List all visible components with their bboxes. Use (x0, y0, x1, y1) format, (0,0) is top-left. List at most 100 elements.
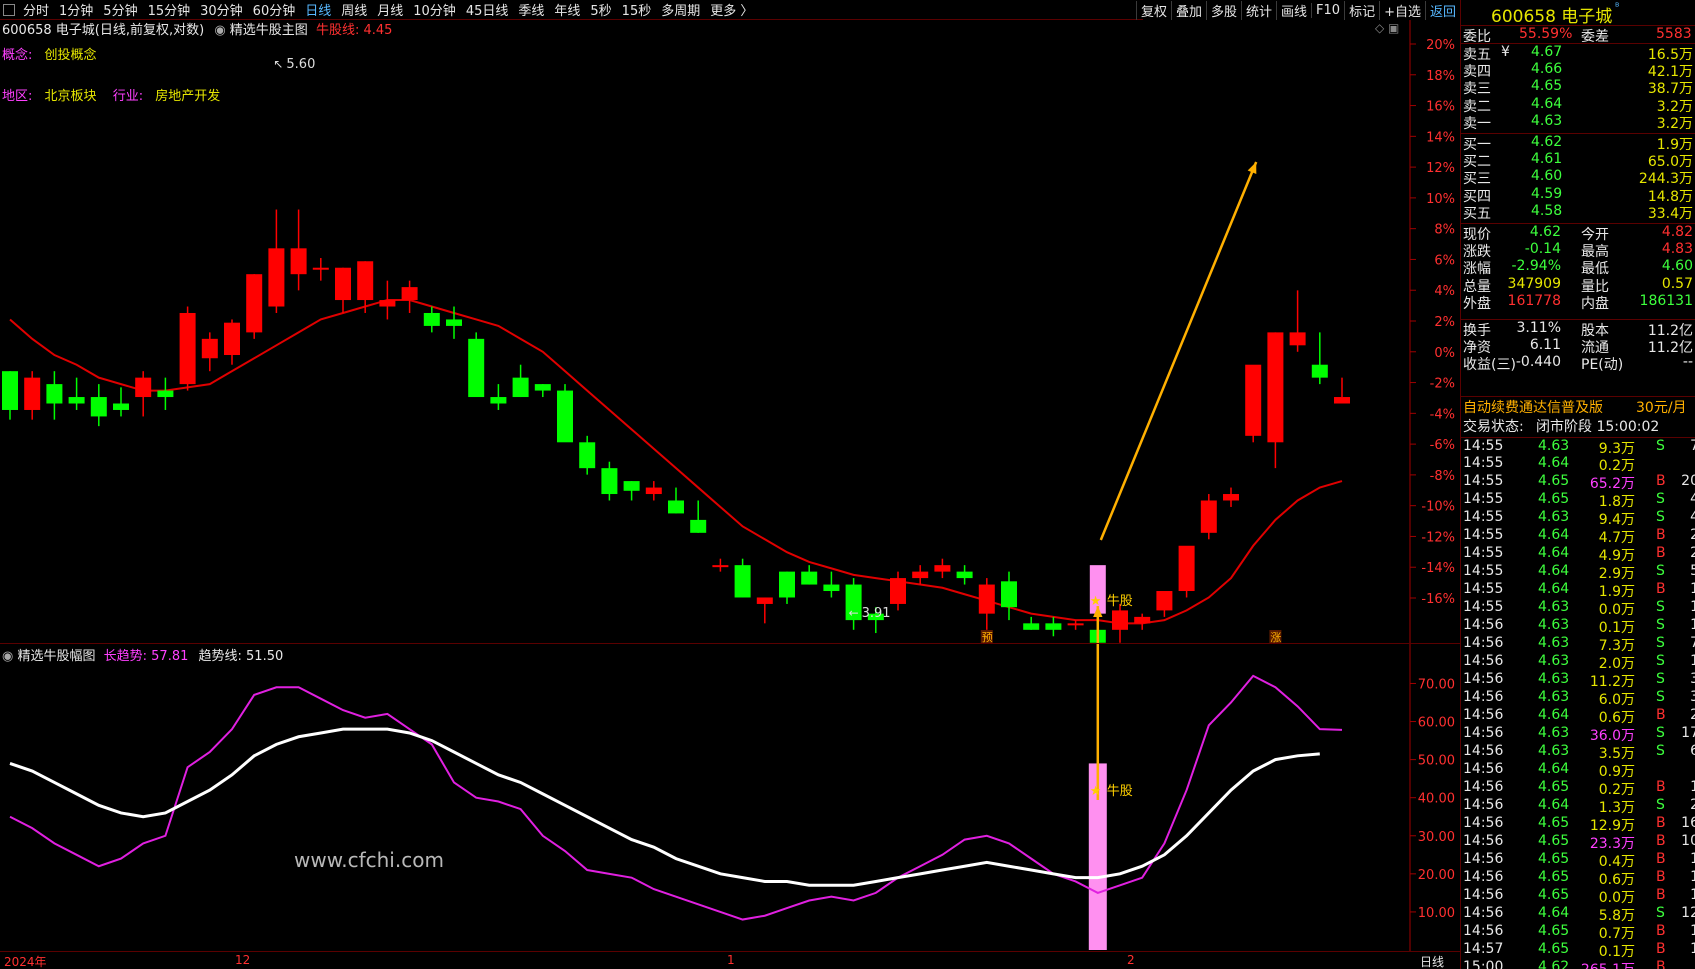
tick-price: 4.64 (1538, 455, 1570, 471)
tick-row[interactable]: 14:56 4.64 0.6万 B 2 (1461, 707, 1695, 726)
tick-count: 1 (1690, 617, 1695, 633)
tick-row[interactable]: 14:55 4.65 65.2万 B 20 (1461, 473, 1695, 492)
stat-value2: 4.82 (1661, 224, 1693, 240)
tick-price: 4.65 (1538, 815, 1570, 831)
tick-side: B (1656, 527, 1666, 543)
y-axis-label-main: -16% (1421, 592, 1455, 607)
tick-row[interactable]: 14:55 4.63 9.4万 S 4 (1461, 509, 1695, 528)
tick-count: 1 (1690, 923, 1695, 939)
tick-count: 1 (1690, 851, 1695, 867)
candle-body (1045, 623, 1062, 630)
tick-volume: 7.3万 (1598, 638, 1635, 654)
tick-row[interactable]: 14:56 4.65 0.2万 B 1 (1461, 779, 1695, 798)
candle-body (446, 319, 462, 326)
tick-volume: 0.2万 (1598, 458, 1635, 474)
sub-toggle-icon[interactable]: ◉ (2, 649, 13, 664)
tick-side: S (1656, 563, 1665, 579)
tick-row[interactable]: 14:55 4.64 1.9万 B 1 (1461, 581, 1695, 600)
candle-body (357, 261, 374, 301)
tick-price: 4.64 (1538, 563, 1570, 579)
candle-body (401, 287, 418, 301)
tick-row[interactable]: 14:56 4.64 0.9万 (1461, 761, 1695, 780)
fund-value2: -- (1682, 354, 1693, 371)
high-arrow-icon: ↖ (273, 57, 283, 71)
tick-row[interactable]: 14:56 4.65 0.4万 B 1 (1461, 851, 1695, 870)
buy-row: 买四 4.59 14.8万 (1461, 186, 1695, 205)
tick-row[interactable]: 14:55 4.64 4.7万 B 2 (1461, 527, 1695, 546)
tick-row[interactable]: 14:56 4.65 0.6万 B 1 (1461, 869, 1695, 888)
tick-time: 14:55 (1463, 527, 1504, 543)
tick-time: 14:56 (1463, 869, 1504, 885)
tick-row[interactable]: 14:55 4.63 0.0万 S 1 (1461, 599, 1695, 618)
stat-value2: 186131 (1639, 293, 1693, 310)
tick-price: 4.64 (1538, 545, 1570, 561)
tick-row[interactable]: 14:56 4.64 1.3万 S 2 (1461, 797, 1695, 816)
webi-row: 委比 55.59% 委差 5583 (1461, 25, 1695, 45)
quote-panel: 600658 电子城 ᴮ 委比 55.59% 委差 5583 卖五 ¥4.67 16… (1461, 0, 1695, 969)
tick-side: S (1656, 653, 1665, 669)
candle (335, 267, 351, 313)
tick-count: 1 (1690, 581, 1695, 597)
tick-row[interactable]: 14:56 4.65 12.9万 B 16 (1461, 815, 1695, 834)
tick-count: 1 (1690, 887, 1695, 903)
candle (90, 384, 107, 427)
tick-row[interactable]: 14:56 4.63 3.5万 S 6 (1461, 743, 1695, 762)
candle-body (623, 481, 640, 491)
tick-price: 4.64 (1538, 761, 1570, 777)
candle (1156, 591, 1173, 617)
sub-indicator-name[interactable]: 精选牛股幅图 (17, 649, 95, 664)
tick-row[interactable]: 14:57 4.65 0.1万 B 1 (1461, 941, 1695, 960)
kline-chart: 20% 18% 16% 14% 12% 10% 8% 6% 4% 2% 0% -2% -4% -6% -8%… (2, 20, 1455, 951)
buy-volume: 33.4万 (1647, 206, 1693, 223)
tick-side: B (1656, 959, 1666, 969)
candle (246, 274, 263, 339)
tick-row[interactable]: 14:56 4.65 23.3万 B 10 (1461, 833, 1695, 852)
candle-body (823, 584, 840, 592)
tick-side: S (1656, 599, 1665, 615)
candle-body (24, 377, 41, 410)
candle (1311, 332, 1328, 385)
tick-price: 4.65 (1538, 473, 1570, 489)
tick-count: 3 (1690, 689, 1695, 705)
tick-price: 4.62 (1538, 959, 1570, 969)
tick-row[interactable]: 14:56 4.65 0.0万 B 1 (1461, 887, 1695, 906)
tick-count: 1 (1690, 653, 1695, 669)
tick-row[interactable]: 14:56 4.64 5.8万 S 12 (1461, 905, 1695, 924)
tick-time: 14:56 (1463, 653, 1504, 669)
candle (135, 371, 152, 417)
tick-side: S (1656, 689, 1665, 705)
tick-row[interactable]: 14:55 4.65 1.8万 S 4 (1461, 491, 1695, 510)
tick-row[interactable]: 14:56 4.63 2.0万 S 1 (1461, 653, 1695, 672)
tick-row[interactable]: 14:56 4.63 0.1万 S 1 (1461, 617, 1695, 636)
fund-value: 6.11 (1529, 336, 1561, 353)
candle-body (157, 390, 174, 398)
tick-time: 14:55 (1463, 545, 1504, 561)
candle-body (1200, 500, 1217, 533)
promo-row[interactable]: 自动续费通达信普及版 30元/月 (1461, 396, 1695, 416)
niu-label-main: 牛股 (1107, 594, 1133, 609)
candle (1223, 487, 1239, 507)
tick-row[interactable]: 14:55 4.63 9.3万 S 7 (1461, 437, 1695, 457)
tick-row[interactable]: 14:56 4.63 6.0万 S 3 (1461, 689, 1695, 708)
tick-row[interactable]: 14:55 4.64 4.9万 B 2 (1461, 545, 1695, 564)
tick-row[interactable]: 14:56 4.63 7.3万 S 7 (1461, 635, 1695, 654)
tick-count: 17 (1681, 725, 1695, 741)
period-label[interactable]: 日线 (1420, 953, 1444, 969)
tick-time: 14:55 (1463, 455, 1504, 471)
tick-row[interactable]: 14:56 4.65 0.7万 B 1 (1461, 923, 1695, 942)
trend-line (9, 727, 1320, 887)
tick-row[interactable]: 14:55 4.64 2.9万 S 5 (1461, 563, 1695, 582)
tick-row[interactable]: 14:56 4.63 11.2万 S 3 (1461, 671, 1695, 690)
tick-row[interactable]: 14:56 4.63 36.0万 S 17 (1461, 725, 1695, 744)
sell-row: 卖三 4.65 38.7万 (1461, 78, 1695, 97)
tick-row[interactable]: 14:55 4.64 0.2万 (1461, 455, 1695, 474)
candle (579, 435, 596, 475)
tick-price: 4.63 (1538, 653, 1570, 669)
candle-body (978, 584, 995, 614)
tick-row[interactable]: 15:00 4.62 265.1万 B (1461, 959, 1695, 969)
tick-count: 1 (1690, 779, 1695, 795)
candle-body (1112, 610, 1128, 630)
buy-row: 买二 4.61 65.0万 (1461, 151, 1695, 170)
candle (1023, 616, 1040, 630)
fund-row: 收益(三) -0.440 PE(动) -- (1461, 354, 1695, 373)
